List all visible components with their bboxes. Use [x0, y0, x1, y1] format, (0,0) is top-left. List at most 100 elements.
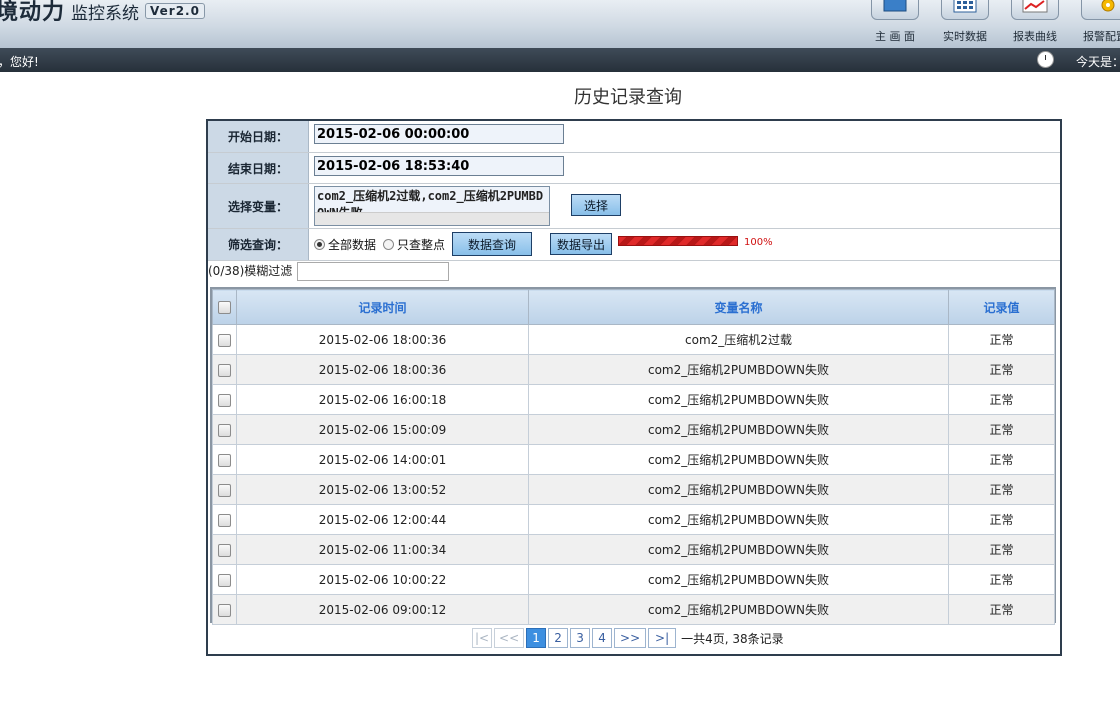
record-time: 2015-02-06 15:00:09: [236, 414, 529, 445]
horizontal-scrollbar[interactable]: [315, 212, 549, 225]
record-value: 正常: [948, 324, 1055, 355]
table-row[interactable]: 2015-02-06 09:00:12 com2_压缩机2PUMBDOWN失败 正常: [212, 594, 1055, 625]
page-2-button[interactable]: 2: [548, 628, 569, 648]
variable-name: com2_压缩机2PUMBDOWN失败: [528, 534, 949, 565]
row-checkbox[interactable]: [218, 453, 231, 467]
fuzzy-filter-input[interactable]: [297, 262, 449, 281]
app-brand: 境动力 监控系统 Ver2.0: [0, 0, 205, 26]
export-button[interactable]: 数据导出: [550, 233, 612, 255]
radio-hourly-only[interactable]: 只查整点: [383, 229, 445, 260]
first-page-button[interactable]: |<: [472, 628, 493, 648]
table-row[interactable]: 2015-02-06 13:00:52 com2_压缩机2PUMBDOWN失败 正常: [212, 474, 1055, 505]
table-row[interactable]: 2015-02-06 16:00:18 com2_压缩机2PUMBDOWN失败 正常: [212, 384, 1055, 415]
fuzzy-filter-label: (0/38)模糊过滤: [208, 264, 293, 278]
record-value: 正常: [948, 564, 1055, 595]
row-checkbox[interactable]: [218, 513, 231, 527]
variable-name: com2_压缩机2PUMBDOWN失败: [528, 354, 949, 385]
nav-report-curve-button[interactable]: 报表曲线: [1004, 0, 1066, 48]
next-page-button[interactable]: >>: [614, 628, 647, 648]
column-header-name[interactable]: 变量名称: [528, 289, 949, 325]
radio-all-data[interactable]: 全部数据: [314, 229, 376, 260]
record-time: 2015-02-06 18:00:36: [236, 354, 529, 385]
record-value: 正常: [948, 444, 1055, 475]
variable-name: com2_压缩机2过载: [528, 324, 949, 355]
nav-report-curve-label: 报表曲线: [1013, 30, 1057, 43]
select-all-cell: [212, 289, 237, 325]
end-date-row: 结束日期： 2015-02-06 18:53:40: [208, 153, 1060, 184]
record-time: 2015-02-06 12:00:44: [236, 504, 529, 535]
last-page-button[interactable]: >|: [648, 628, 677, 648]
prev-page-button[interactable]: <<: [494, 628, 525, 648]
row-checkbox-cell: [212, 474, 237, 505]
start-date-input[interactable]: 2015-02-06 00:00:00: [314, 124, 564, 144]
alarm-config-icon: [1081, 0, 1120, 20]
row-checkbox[interactable]: [218, 573, 231, 587]
row-checkbox-cell: [212, 594, 237, 625]
record-time: 2015-02-06 14:00:01: [236, 444, 529, 475]
record-value: 正常: [948, 384, 1055, 415]
query-button[interactable]: 数据查询: [452, 232, 532, 256]
nav-alarm-config-button[interactable]: 报警配置: [1074, 0, 1120, 48]
table-row[interactable]: 2015-02-06 10:00:22 com2_压缩机2PUMBDOWN失败 正常: [212, 564, 1055, 595]
nav-realtime-data-label: 实时数据: [943, 30, 987, 43]
clock-icon: [1037, 51, 1054, 68]
today-label: 今天是：: [1076, 55, 1120, 69]
filter-row: 筛选查询： 全部数据 只查整点 数据查询 数据导出 100%: [208, 229, 1060, 261]
nav-alarm-config-label: 报警配置: [1083, 30, 1120, 43]
record-value: 正常: [948, 354, 1055, 385]
page-1-button[interactable]: 1: [526, 628, 547, 648]
page-3-button[interactable]: 3: [570, 628, 591, 648]
table-row[interactable]: 2015-02-06 15:00:09 com2_压缩机2PUMBDOWN失败 正常: [212, 414, 1055, 445]
end-date-label: 结束日期：: [208, 153, 309, 183]
version-badge: Ver2.0: [145, 3, 205, 19]
row-checkbox-cell: [212, 444, 237, 475]
brand-subtitle: 监控系统: [71, 4, 140, 24]
nav-main-screen-label: 主 画 面: [875, 30, 915, 43]
progress-bar: [618, 236, 738, 246]
column-header-time[interactable]: 记录时间: [236, 289, 529, 325]
end-date-input[interactable]: 2015-02-06 18:53:40: [314, 156, 564, 176]
variable-textarea[interactable]: com2_压缩机2过载,com2_压缩机2PUMBDOWN失败: [314, 186, 550, 226]
record-time: 2015-02-06 18:00:36: [236, 324, 529, 355]
record-time: 2015-02-06 13:00:52: [236, 474, 529, 505]
pagination: |< << 1 2 3 4 >> >| 一共4页, 38条记录: [472, 627, 784, 649]
row-checkbox[interactable]: [218, 603, 231, 617]
row-checkbox[interactable]: [218, 333, 231, 347]
select-variable-button[interactable]: 选择: [571, 194, 621, 216]
variable-name: com2_压缩机2PUMBDOWN失败: [528, 594, 949, 625]
greeting-text: ，您好!: [0, 55, 39, 69]
row-checkbox-cell: [212, 414, 237, 445]
table-row[interactable]: 2015-02-06 18:00:36 com2_压缩机2PUMBDOWN失败 正常: [212, 354, 1055, 385]
table-row[interactable]: 2015-02-06 18:00:36 com2_压缩机2过载 正常: [212, 324, 1055, 355]
row-checkbox[interactable]: [218, 483, 231, 497]
table-row[interactable]: 2015-02-06 14:00:01 com2_压缩机2PUMBDOWN失败 正常: [212, 444, 1055, 475]
page-4-button[interactable]: 4: [592, 628, 613, 648]
row-checkbox[interactable]: [218, 543, 231, 557]
variable-name: com2_压缩机2PUMBDOWN失败: [528, 474, 949, 505]
row-checkbox-cell: [212, 564, 237, 595]
record-value: 正常: [948, 504, 1055, 535]
record-value: 正常: [948, 594, 1055, 625]
table-row[interactable]: 2015-02-06 12:00:44 com2_压缩机2PUMBDOWN失败 正常: [212, 504, 1055, 535]
variable-name: com2_压缩机2PUMBDOWN失败: [528, 444, 949, 475]
radio-checked-icon: [314, 239, 325, 250]
radio-unchecked-icon: [383, 239, 394, 250]
progress-percent: 100%: [744, 237, 773, 248]
nav-realtime-data-button[interactable]: 实时数据: [934, 0, 996, 48]
column-header-value[interactable]: 记录值: [948, 289, 1055, 325]
row-checkbox[interactable]: [218, 393, 231, 407]
record-value: 正常: [948, 414, 1055, 445]
row-checkbox[interactable]: [218, 423, 231, 437]
table-header-row: 记录时间 变量名称 记录值: [212, 289, 1055, 325]
row-checkbox[interactable]: [218, 363, 231, 377]
record-value: 正常: [948, 534, 1055, 565]
status-bar: ，您好! 今天是：: [0, 48, 1120, 72]
history-query-panel: 开始日期： 2015-02-06 00:00:00 结束日期： 2015-02-…: [206, 119, 1062, 656]
select-all-checkbox[interactable]: [218, 301, 231, 314]
variable-row: 选择变量： com2_压缩机2过载,com2_压缩机2PUMBDOWN失败 选择: [208, 184, 1060, 229]
table-row[interactable]: 2015-02-06 11:00:34 com2_压缩机2PUMBDOWN失败 正常: [212, 534, 1055, 565]
variable-name: com2_压缩机2PUMBDOWN失败: [528, 504, 949, 535]
filter-label: 筛选查询：: [208, 229, 309, 260]
page-title: 历史记录查询: [574, 87, 682, 108]
nav-main-screen-button[interactable]: 主 画 面: [864, 0, 926, 48]
